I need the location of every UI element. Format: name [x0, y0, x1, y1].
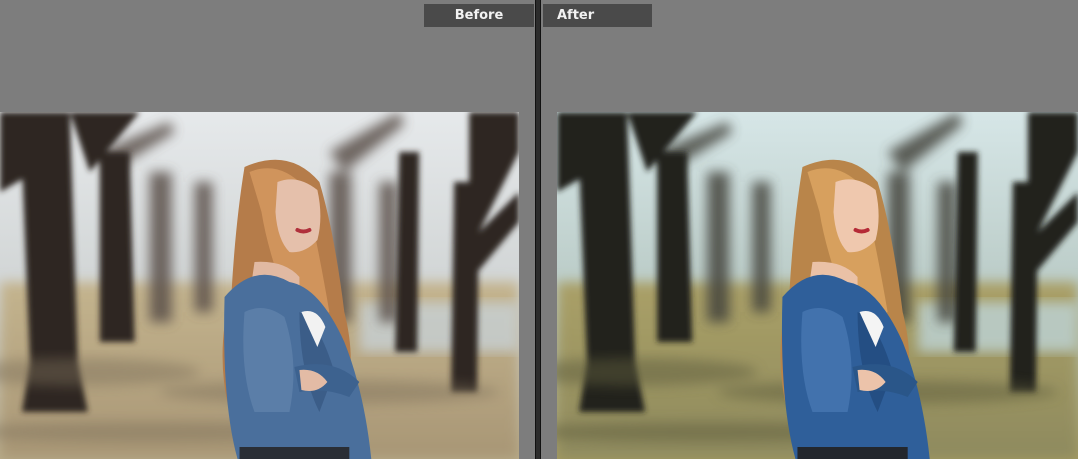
after-label: After — [543, 4, 652, 27]
before-pane: Before — [0, 0, 535, 459]
before-after-compare-view: Before After — [0, 0, 1078, 459]
after-pane: After — [541, 0, 1078, 459]
before-photo-image — [0, 112, 519, 459]
before-photo[interactable] — [0, 112, 519, 459]
before-label: Before — [424, 4, 534, 27]
after-photo-image — [557, 112, 1078, 459]
after-photo[interactable] — [557, 112, 1078, 459]
